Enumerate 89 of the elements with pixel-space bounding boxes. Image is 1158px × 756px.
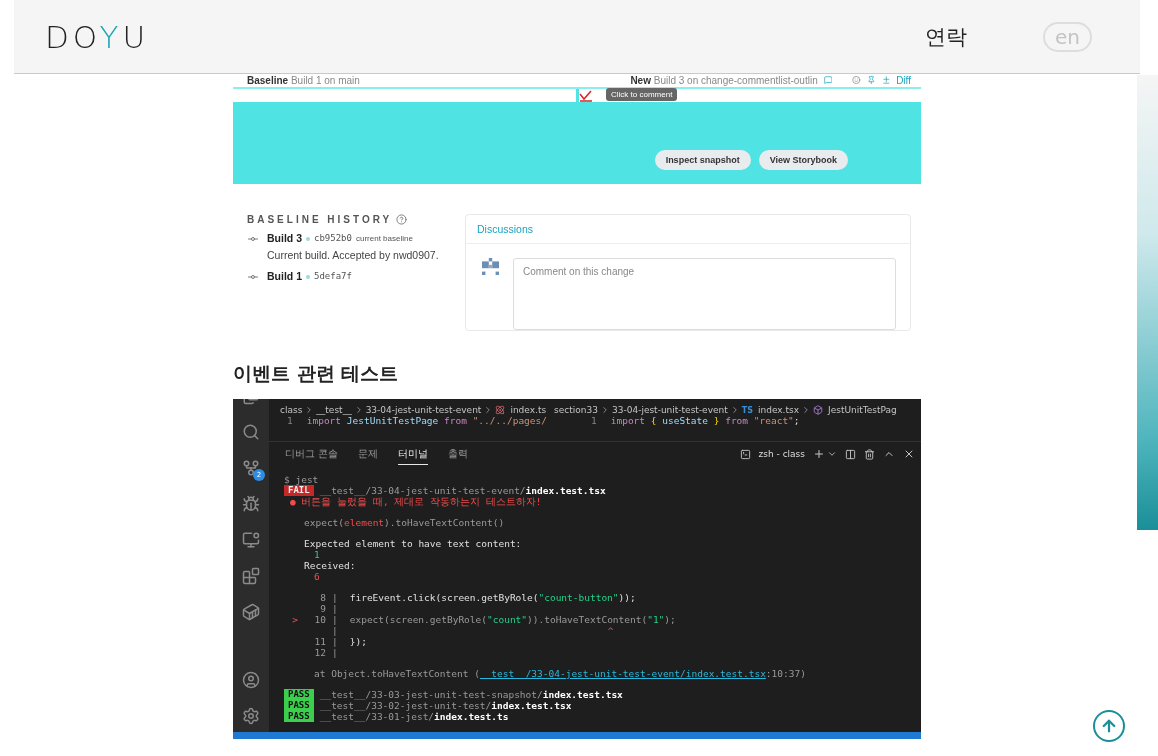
account-icon[interactable] bbox=[242, 671, 260, 689]
pipe-character: | bbox=[332, 647, 338, 658]
line-number: 8 bbox=[320, 592, 326, 603]
panel-tab[interactable]: 문제 bbox=[358, 443, 379, 465]
terminal-line: expect(screen.getByRole("count")).toHaveTextContent("1"); bbox=[349, 614, 676, 625]
terminal-line: __test__/33-01-jest/index.test.ts bbox=[319, 711, 509, 722]
bug-icon[interactable] bbox=[242, 495, 260, 513]
line-number: 12 bbox=[314, 647, 326, 658]
breadcrumb-item[interactable]: section33 bbox=[554, 405, 598, 415]
plus-icon[interactable] bbox=[813, 448, 825, 460]
trash-icon[interactable] bbox=[864, 448, 875, 460]
terminal-line: 1 bbox=[314, 549, 320, 560]
breadcrumb-item[interactable]: 33-04-jest-unit-test-event bbox=[365, 405, 482, 415]
pipe-character: | bbox=[332, 625, 338, 636]
breadcrumb-item[interactable]: class bbox=[280, 405, 303, 415]
status-badge: PASS bbox=[284, 711, 314, 722]
build-name: Build 1 bbox=[267, 269, 302, 284]
dot-icon bbox=[306, 274, 310, 279]
new-label: New Build 3 on change-commentlist-outlin bbox=[630, 74, 818, 86]
breadcrumb-item[interactable]: 33-04-jest-unit-test-event bbox=[612, 405, 728, 415]
chevron-icon bbox=[801, 405, 811, 415]
cube-icon bbox=[813, 405, 823, 415]
build-description: Current build. Accepted by nwd0907. bbox=[267, 248, 439, 263]
status-badge: PASS bbox=[284, 700, 314, 711]
line-number: 1 bbox=[591, 415, 597, 428]
build-hash: 5defa7f bbox=[314, 270, 352, 283]
history-title: BASELINE HISTORY bbox=[247, 214, 393, 225]
baseline-label: Baseline Build 1 on main bbox=[247, 74, 360, 86]
breadcrumb-item[interactable]: index.ts bbox=[510, 405, 547, 415]
scroll-top-button[interactable] bbox=[1093, 710, 1125, 742]
chevron-down-icon[interactable] bbox=[827, 449, 837, 459]
pipe-character: | bbox=[332, 614, 338, 625]
atom-icon bbox=[495, 405, 506, 415]
breadcrumb-item[interactable]: index.tsx bbox=[757, 405, 799, 415]
avatar-icon bbox=[482, 258, 499, 275]
build-name: Build 3 bbox=[267, 231, 302, 246]
terminal-line: __test__/33-02-jest-unit-test/index.test.tsx bbox=[319, 700, 572, 711]
error-marker: > bbox=[292, 614, 298, 625]
terminal-line: at Object.toHaveTextContent (__test__/33-04-jest-unit-test-event/index.test.tsx:10:37) bbox=[314, 668, 806, 679]
terminal-line: fireEvent.click(screen.getByRole("count-button")); bbox=[349, 592, 636, 603]
file-type-label: TS bbox=[741, 405, 753, 415]
breadcrumb-item[interactable]: JestUnitTestPag bbox=[828, 405, 897, 415]
status-badge: FAIL bbox=[284, 485, 314, 496]
help-icon[interactable] bbox=[396, 214, 408, 225]
error-caret: ^ bbox=[607, 625, 614, 636]
terminal-line: Received: bbox=[304, 560, 356, 571]
build-note: current baseline bbox=[355, 233, 413, 245]
snapshot-button[interactable]: View Storybook bbox=[758, 150, 848, 170]
line-number: 9 bbox=[320, 603, 326, 614]
search-icon[interactable] bbox=[242, 423, 260, 441]
terminal-line: expect(element).toHaveTextContent() bbox=[304, 517, 505, 528]
terminal-line: __test__/33-04-jest-unit-test-event/index.test.tsx bbox=[319, 485, 606, 496]
build-hash: cb952b0 bbox=[314, 232, 352, 245]
terminal-line: 6 bbox=[314, 571, 320, 582]
dot-icon bbox=[306, 236, 310, 241]
status-badge: PASS bbox=[284, 689, 314, 700]
panel-tab[interactable]: 디버그 콘솔 bbox=[285, 443, 339, 465]
section-heading: 이벤트 관련 테스트 bbox=[233, 361, 400, 386]
comment-field[interactable]: Comment on this change bbox=[513, 258, 896, 330]
comment-marker-icon bbox=[578, 89, 593, 102]
terminal-name[interactable]: zsh - class bbox=[758, 449, 805, 459]
settings-icon[interactable] bbox=[242, 707, 260, 725]
line-number: 1 bbox=[287, 415, 293, 428]
terminal-line: ● 버튼을 눌렀을 때, 제대로 작동하는지 테스트하자! bbox=[290, 496, 542, 507]
monitor-icon[interactable] bbox=[242, 531, 260, 549]
line-number: 11 bbox=[314, 636, 326, 647]
terminal-icon bbox=[739, 448, 751, 460]
extensions-icon[interactable] bbox=[242, 567, 260, 585]
panel-tab[interactable]: 터미널 bbox=[398, 443, 429, 465]
logo[interactable]: DOY U bbox=[45, 18, 925, 55]
pipe-character: | bbox=[332, 603, 338, 614]
container-icon[interactable] bbox=[242, 603, 260, 621]
discussions-title: Discussions bbox=[466, 215, 910, 244]
breadcrumb-item[interactable]: __test__ bbox=[316, 405, 352, 415]
pipe-character: | bbox=[332, 636, 338, 647]
chevron-icon bbox=[600, 405, 610, 415]
pipe-character: | bbox=[332, 592, 338, 603]
terminal-line: __test__/33-03-jest-unit-test-snapshot/index.test.tsx bbox=[319, 689, 623, 700]
terminal-line: }); bbox=[349, 636, 367, 647]
terminal-line: $ jest bbox=[284, 474, 319, 485]
code-line: import JestUnitTestPage from "../../pages/ bbox=[306, 415, 547, 428]
line-number: 10 bbox=[314, 614, 326, 625]
contact-link[interactable]: 연락 bbox=[925, 22, 967, 51]
code-line: import { useState } from "react"; bbox=[610, 415, 800, 428]
close-icon[interactable] bbox=[903, 448, 915, 460]
split-icon[interactable] bbox=[845, 448, 856, 460]
panel-tab[interactable]: 출력 bbox=[448, 443, 469, 465]
snapshot-button[interactable]: Inspect snapshot bbox=[654, 150, 751, 170]
terminal-line: Expected element to have text content: bbox=[304, 538, 522, 549]
